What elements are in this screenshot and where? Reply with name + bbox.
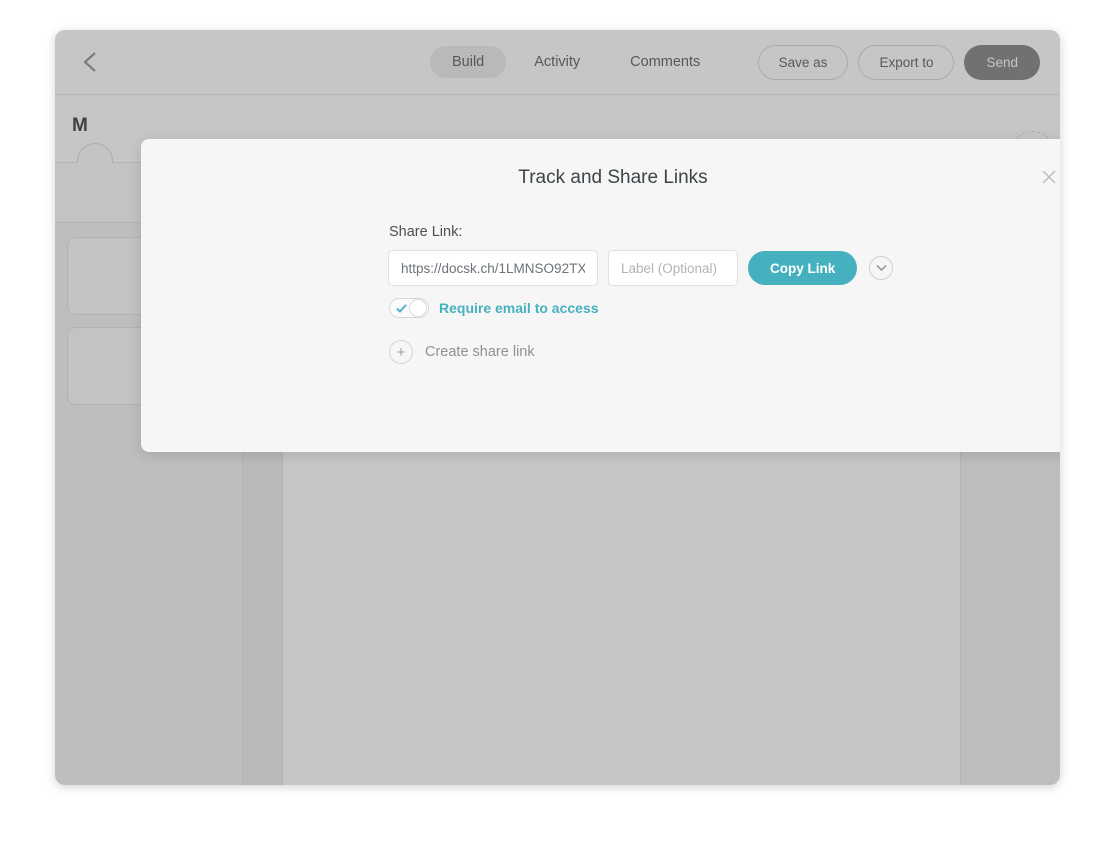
- require-email-toggle-row[interactable]: Require email to access: [389, 298, 599, 318]
- create-share-link-row[interactable]: + Create share link: [389, 340, 535, 364]
- create-share-link-label: Create share link: [425, 344, 535, 360]
- require-email-label: Require email to access: [439, 300, 599, 316]
- chevron-down-icon: [876, 264, 887, 272]
- export-to-button[interactable]: Export to: [858, 44, 955, 80]
- tab-activity[interactable]: Activity: [512, 46, 602, 78]
- dialog-title: Track and Share Links: [518, 167, 708, 188]
- share-url-input[interactable]: [388, 250, 598, 286]
- save-as-button[interactable]: Save as: [757, 44, 849, 80]
- plus-circle-icon: +: [389, 340, 413, 364]
- toggle-knob: [409, 299, 427, 317]
- send-button[interactable]: Send: [964, 44, 1040, 80]
- app-window: Build Activity Comments Save as Export t…: [55, 30, 1060, 785]
- top-bar: Build Activity Comments Save as Export t…: [55, 30, 1060, 95]
- close-icon: [1042, 170, 1056, 184]
- track-and-share-links-dialog: Track and Share Links Share Link: Copy L…: [141, 139, 1060, 452]
- page-title: M: [72, 115, 88, 136]
- view-tabs: Build Activity Comments: [430, 46, 722, 78]
- copy-link-button[interactable]: Copy Link: [748, 251, 858, 285]
- back-button[interactable]: [73, 45, 107, 79]
- tab-comments[interactable]: Comments: [608, 46, 722, 78]
- label-input[interactable]: [608, 250, 738, 286]
- close-button[interactable]: [1037, 165, 1060, 189]
- check-icon: [396, 303, 407, 313]
- require-email-toggle[interactable]: [389, 298, 429, 318]
- top-actions: Save as Export to Send: [757, 44, 1040, 80]
- share-link-label: Share Link:: [389, 224, 463, 240]
- expand-options-button[interactable]: [869, 256, 894, 280]
- share-link-row: Copy Link: [388, 250, 894, 286]
- tab-build[interactable]: Build: [430, 46, 507, 78]
- chevron-left-icon: [83, 52, 96, 72]
